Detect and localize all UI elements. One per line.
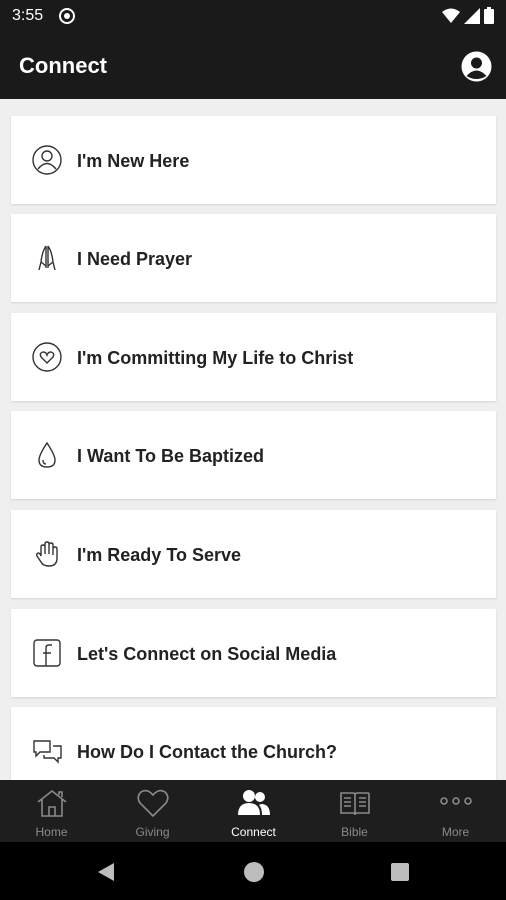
tab-connect[interactable]: Connect [203, 780, 304, 842]
book-icon [338, 788, 372, 818]
profile-icon[interactable] [461, 51, 492, 82]
tab-label: Giving [135, 825, 170, 839]
back-icon[interactable] [94, 860, 118, 884]
system-icons [442, 7, 494, 24]
list-item-serve[interactable]: I'm Ready To Serve [11, 510, 496, 598]
list-item-label: I Want To Be Baptized [77, 446, 264, 466]
tab-label: Connect [231, 825, 276, 839]
tab-label: More [441, 825, 470, 839]
list-item-label: I Need Prayer [77, 249, 193, 269]
system-nav-bar [0, 842, 506, 900]
list-item-label: How Do I Contact the Church? [77, 742, 337, 762]
list-item-label: I'm New Here [77, 151, 190, 171]
bottom-tab-bar: Home Giving Connect Bible More [0, 780, 506, 842]
signal-icon [464, 7, 480, 24]
notification-icon [58, 7, 76, 30]
status-bar: 3:55 [0, 0, 506, 33]
battery-icon [484, 7, 494, 24]
app-bar: Connect [0, 33, 506, 99]
raised-hand-icon [31, 538, 63, 570]
list-item-label: I'm Ready To Serve [77, 545, 242, 565]
tab-label: Home [35, 825, 68, 839]
list-item-social-media[interactable]: Let's Connect on Social Media [11, 609, 496, 697]
facebook-icon [31, 637, 63, 669]
water-drop-icon [31, 439, 63, 471]
list-item-label: I'm Committing My Life to Christ [77, 348, 354, 368]
tab-label: Bible [341, 825, 368, 839]
page-title: Connect [19, 53, 107, 78]
wifi-icon [442, 8, 460, 23]
list-item-label: Let's Connect on Social Media [77, 644, 337, 664]
praying-hands-icon [31, 242, 63, 274]
status-time: 3:55 [12, 7, 44, 24]
tab-more[interactable]: More [405, 780, 506, 842]
recents-icon[interactable] [388, 860, 412, 884]
home-circle-icon[interactable] [242, 860, 266, 884]
connect-list: I'm New Here I Need Prayer I'm Committin… [0, 99, 506, 780]
tab-bible[interactable]: Bible [304, 780, 405, 842]
tab-giving[interactable]: Giving [102, 780, 203, 842]
tab-home[interactable]: Home [1, 780, 102, 842]
heart-icon [136, 788, 170, 818]
chat-bubbles-icon [31, 735, 63, 767]
person-outline-icon [31, 144, 63, 176]
more-dots-icon [439, 788, 473, 818]
list-item-prayer[interactable]: I Need Prayer [11, 214, 496, 302]
people-icon [237, 788, 271, 818]
list-item-committing[interactable]: I'm Committing My Life to Christ [11, 313, 496, 401]
heart-circle-icon [31, 341, 63, 373]
list-item-contact-church[interactable]: How Do I Contact the Church? [11, 707, 496, 780]
house-icon [35, 788, 69, 818]
list-item-baptized[interactable]: I Want To Be Baptized [11, 411, 496, 499]
list-item-new-here[interactable]: I'm New Here [11, 116, 496, 204]
